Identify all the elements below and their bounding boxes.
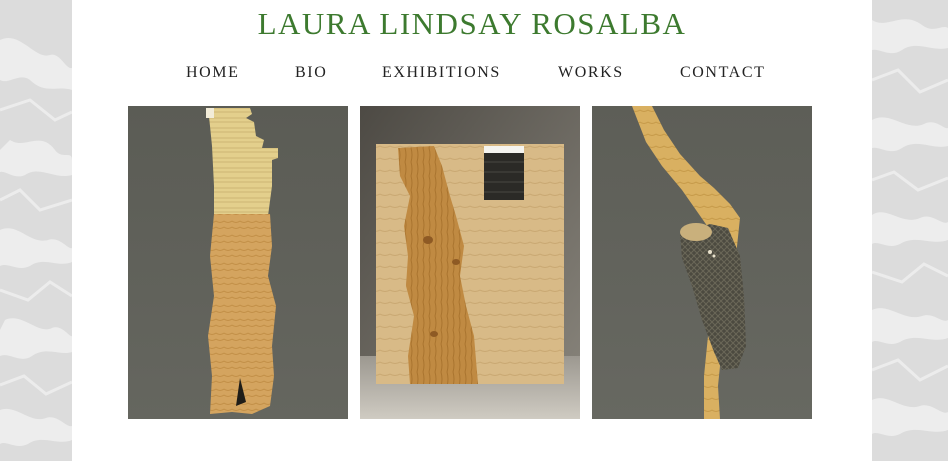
nav-exhibitions[interactable]: EXHIBITIONS [382, 64, 501, 82]
nav-bio[interactable]: BIO [295, 64, 327, 82]
gallery-image-3[interactable] [592, 106, 812, 419]
main-nav: HOME BIO EXHIBITIONS WORKS CONTACT [72, 64, 872, 86]
site-title[interactable]: LAURA LINDSAY ROSALBA [72, 6, 872, 42]
gallery [128, 106, 812, 419]
nav-contact[interactable]: CONTACT [680, 64, 765, 82]
page-container: LAURA LINDSAY ROSALBA HOME BIO EXHIBITIO… [72, 0, 872, 461]
nav-works[interactable]: WORKS [558, 64, 624, 82]
background-pattern-right [872, 0, 948, 461]
background-pattern-left [0, 0, 72, 461]
gallery-image-2[interactable] [360, 106, 580, 419]
nav-home[interactable]: HOME [186, 64, 240, 82]
gallery-image-1[interactable] [128, 106, 348, 419]
